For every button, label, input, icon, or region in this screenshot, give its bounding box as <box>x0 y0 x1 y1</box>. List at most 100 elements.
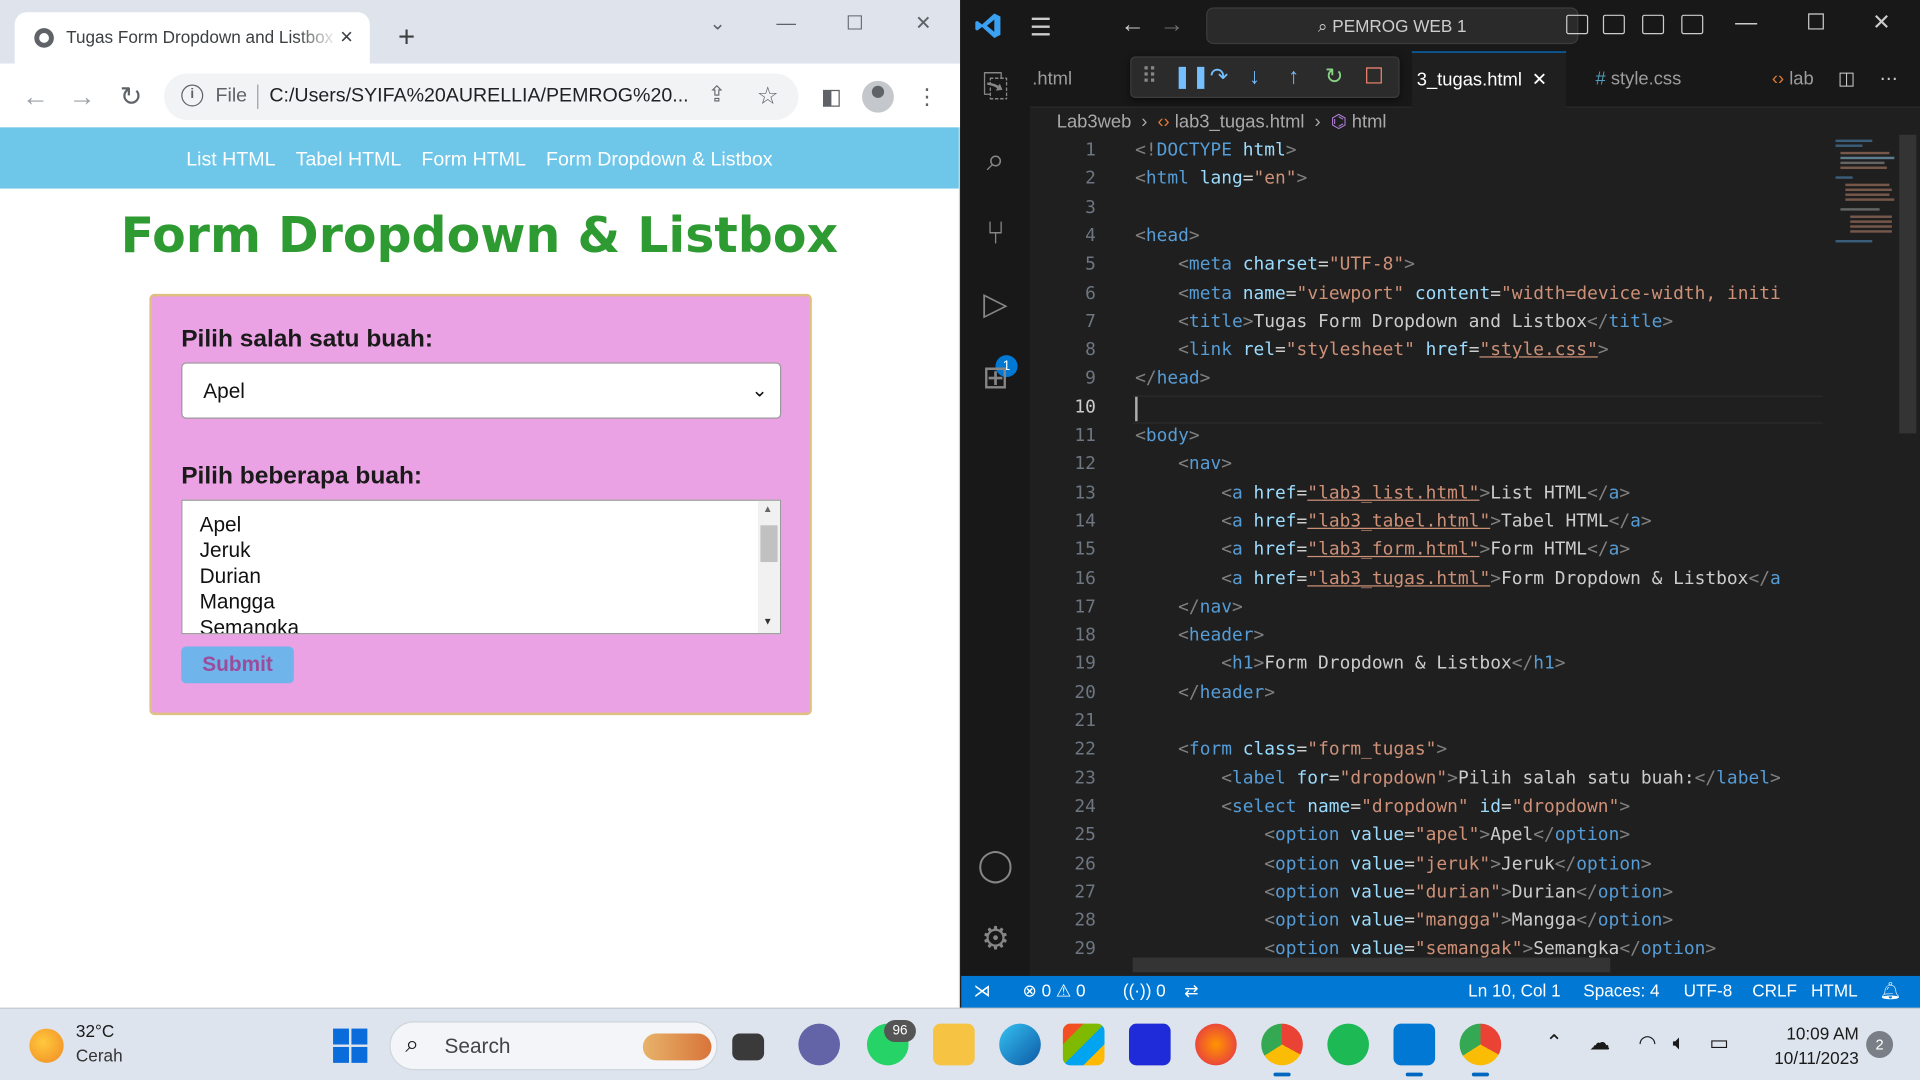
line-number[interactable]: 21 <box>1030 710 1096 731</box>
close-tab-icon[interactable]: ✕ <box>1532 70 1547 91</box>
line-number[interactable]: 8 <box>1030 339 1096 360</box>
close-window-button[interactable]: ✕ <box>899 7 948 41</box>
listbox-option[interactable]: Semangka <box>200 616 300 633</box>
code-line[interactable]: <option value="mangga">Mangga</option> <box>1135 910 1673 931</box>
weather-sun-icon[interactable] <box>29 1028 64 1063</box>
code-line[interactable]: <html lang="en"> <box>1135 168 1307 189</box>
breadcrumb-file[interactable]: lab3_tugas.html <box>1175 111 1305 132</box>
line-number[interactable]: 16 <box>1030 568 1096 589</box>
pause-icon[interactable]: ❚❚ <box>1173 64 1210 90</box>
command-center[interactable]: ⌕ PEMROG WEB 1 <box>1206 7 1579 45</box>
listbox-scrollbar[interactable]: ▲ ▼ <box>757 500 781 634</box>
code-line[interactable]: <option value="durian">Durian</option> <box>1135 881 1673 902</box>
code-line[interactable]: <header> <box>1135 625 1264 646</box>
source-control-icon[interactable]: ⑂ <box>976 213 1015 252</box>
more-actions-icon[interactable]: ⋯ <box>1880 51 1917 107</box>
line-number[interactable]: 28 <box>1030 910 1096 931</box>
line-number[interactable]: 20 <box>1030 682 1096 703</box>
line-number[interactable]: 10 <box>1030 396 1096 417</box>
line-number[interactable]: 27 <box>1030 881 1096 902</box>
tab-html[interactable]: .html <box>1030 51 1116 107</box>
show-hidden-icons-chevron[interactable]: ⌃ <box>1545 1031 1562 1055</box>
line-number[interactable]: 2 <box>1030 168 1096 189</box>
code-line[interactable]: <nav> <box>1135 453 1232 474</box>
step-over-icon[interactable]: ↷ <box>1210 64 1228 90</box>
nav-back-icon[interactable]: ← <box>1120 11 1144 39</box>
info-icon[interactable]: i <box>181 84 204 107</box>
code-line[interactable]: <label for="dropdown">Pilih salah satu b… <box>1135 767 1781 788</box>
line-number[interactable]: 9 <box>1030 368 1096 389</box>
menu-kebab-icon[interactable]: ⋮ <box>911 81 943 113</box>
split-editor-icon[interactable]: ◫ <box>1838 51 1875 107</box>
fruit-dropdown[interactable]: Apel ⌄ <box>181 362 782 419</box>
url-text[interactable]: C:/Users/SYIFA%20AURELLIA/PEMROG%20... <box>269 86 690 108</box>
live-share-icon[interactable]: ⇄ <box>1184 981 1198 1002</box>
spotify-icon[interactable] <box>1327 1023 1369 1066</box>
firefox-icon[interactable] <box>1195 1023 1237 1066</box>
step-out-icon[interactable]: ↑ <box>1288 64 1299 90</box>
breadcrumb-folder[interactable]: Lab3web <box>1057 111 1132 132</box>
line-ending[interactable]: CRLF <box>1752 981 1797 1001</box>
line-number[interactable]: 4 <box>1030 225 1096 246</box>
forward-arrow-icon[interactable]: → <box>64 78 101 115</box>
code-line[interactable]: <a href="lab3_tugas.html">Form Dropdown … <box>1135 568 1781 589</box>
code-line[interactable]: <select name="dropdown" id="dropdown"> <box>1135 796 1630 817</box>
file-explorer-icon[interactable] <box>933 1023 975 1066</box>
weather-temperature[interactable]: 32°C <box>76 1021 114 1041</box>
line-number[interactable]: 18 <box>1030 625 1096 646</box>
line-number[interactable]: 22 <box>1030 739 1096 760</box>
listbox-option[interactable]: Jeruk <box>200 539 251 563</box>
minimize-button[interactable]: — <box>1735 10 1757 36</box>
run-debug-icon[interactable]: ▷ <box>976 284 1015 323</box>
search-icon[interactable]: ⌕ <box>976 140 1015 179</box>
line-number[interactable]: 1 <box>1030 140 1096 161</box>
minimize-button[interactable]: — <box>762 7 811 41</box>
line-number[interactable]: 3 <box>1030 197 1096 218</box>
tab-lab[interactable]: ‹› lab <box>1765 51 1838 107</box>
teams-chat-icon[interactable] <box>798 1023 841 1066</box>
code-line[interactable]: </nav> <box>1135 596 1243 617</box>
maximize-button[interactable]: ☐ <box>1806 10 1826 36</box>
line-number[interactable]: 13 <box>1030 482 1096 503</box>
chrome-icon[interactable] <box>1459 1023 1502 1077</box>
scroll-down-icon[interactable]: ▼ <box>763 616 773 627</box>
code-line[interactable]: <title>Tugas Form Dropdown and Listbox</… <box>1135 311 1673 332</box>
scroll-up-icon[interactable]: ▲ <box>763 503 773 514</box>
reload-icon[interactable]: ↻ <box>113 78 150 115</box>
customize-layout-icon[interactable] <box>1681 14 1704 35</box>
code-line[interactable]: <meta name="viewport" content="width=dev… <box>1135 282 1781 303</box>
line-number[interactable]: 24 <box>1030 796 1096 817</box>
toggle-panel-icon[interactable] <box>1602 14 1625 35</box>
share-icon[interactable]: ⇪ <box>708 82 726 108</box>
line-number[interactable]: 5 <box>1030 254 1096 275</box>
edge-icon[interactable] <box>999 1023 1041 1066</box>
notifications-bell-icon[interactable]: 🔔︎ <box>1880 981 1902 1002</box>
weather-condition[interactable]: Cerah <box>76 1046 123 1066</box>
code-line[interactable]: <!DOCTYPE html> <box>1135 140 1296 161</box>
chrome-profile-icon[interactable] <box>1261 1023 1303 1077</box>
address-bar[interactable]: i File C:/Users/SYIFA%20AURELLIA/PEMROG%… <box>164 73 799 121</box>
tab-style-css[interactable]: # style.css <box>1583 51 1730 107</box>
code-line[interactable]: <meta charset="UTF-8"> <box>1135 254 1415 275</box>
side-panel-icon[interactable]: ◧ <box>816 81 848 113</box>
line-number[interactable]: 7 <box>1030 311 1096 332</box>
accounts-icon[interactable]: ◯ <box>976 845 1015 884</box>
maximize-button[interactable]: ☐ <box>830 7 879 41</box>
code-line[interactable]: <head> <box>1135 225 1200 246</box>
line-number[interactable]: 6 <box>1030 282 1096 303</box>
extensions-icon[interactable]: ⊞ <box>976 358 1015 397</box>
code-line[interactable]: <option value="apel">Apel</option> <box>1135 824 1630 845</box>
menu-hamburger-icon[interactable]: ☰ <box>1030 12 1052 43</box>
code-line[interactable]: <link rel="stylesheet" href="style.css"> <box>1135 339 1608 360</box>
battery-icon[interactable]: ▭ <box>1709 1031 1729 1055</box>
tab-search-icon[interactable]: ⌄ <box>693 7 742 41</box>
editor-vertical-scrollbar[interactable] <box>1899 134 1917 434</box>
remote-icon[interactable]: ⋊ <box>973 981 990 1002</box>
wifi-icon[interactable]: ◠ <box>1638 1031 1656 1055</box>
line-number[interactable]: 17 <box>1030 596 1096 617</box>
problems-indicator[interactable]: ⊗ 0 ⚠ 0 <box>1022 981 1085 1002</box>
nav-link-tugas[interactable]: Form Dropdown & Listbox <box>546 127 772 193</box>
system-clock[interactable]: 10:09 AM 10/11/2023 <box>1753 1021 1859 1070</box>
explorer-icon[interactable]: ⎘ <box>976 66 1015 105</box>
step-into-icon[interactable]: ↓ <box>1249 64 1260 90</box>
